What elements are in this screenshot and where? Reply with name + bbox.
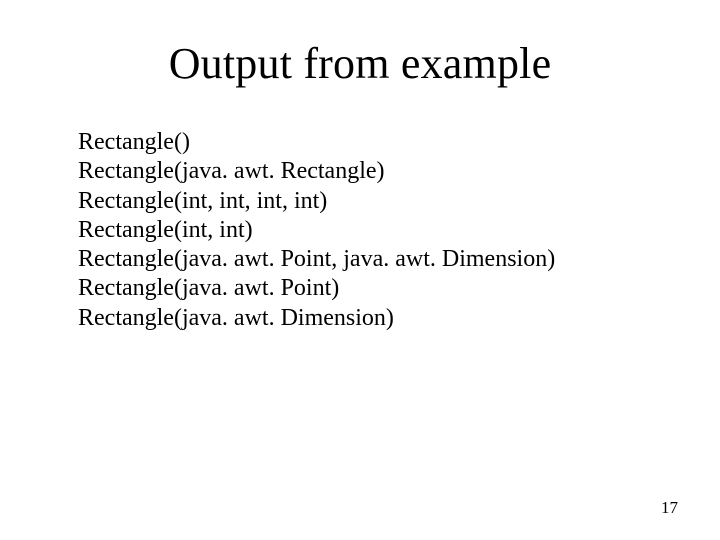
output-line: Rectangle(java. awt. Point) [78,274,658,303]
output-line: Rectangle(java. awt. Point, java. awt. D… [78,245,658,274]
output-line: Rectangle(int, int) [78,216,658,245]
output-line: Rectangle() [78,128,658,157]
slide-body: Rectangle() Rectangle(java. awt. Rectang… [78,128,658,333]
output-line: Rectangle(int, int, int, int) [78,187,658,216]
slide: Output from example Rectangle() Rectangl… [0,0,720,540]
slide-title: Output from example [0,38,720,89]
output-line: Rectangle(java. awt. Dimension) [78,304,658,333]
page-number: 17 [661,498,678,518]
output-line: Rectangle(java. awt. Rectangle) [78,157,658,186]
